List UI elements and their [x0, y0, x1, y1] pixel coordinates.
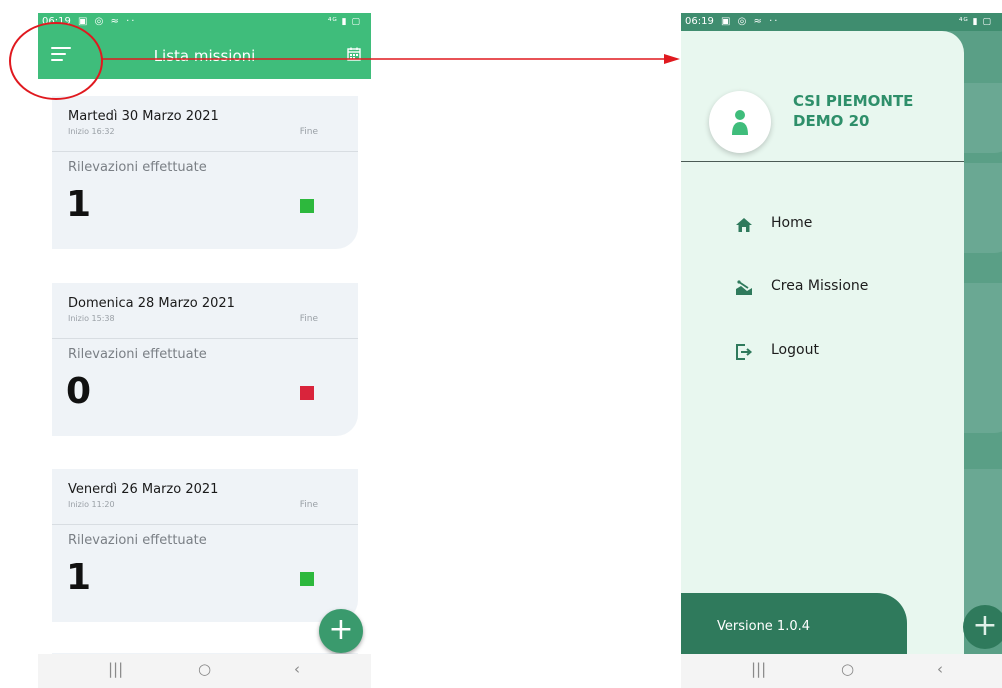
- create-mission-icon: [736, 280, 752, 295]
- status-time: 06:19: [42, 16, 71, 27]
- mission-date: Martedì 30 Marzo 2021: [68, 109, 219, 124]
- mission-card[interactable]: Venerdì 26 Marzo 2021 Inizio 11:20 Fine …: [52, 469, 358, 622]
- add-mission-button[interactable]: +: [319, 609, 363, 653]
- arrowhead: [664, 54, 680, 64]
- status-time: 06:19: [685, 16, 714, 27]
- navigation-drawer: CSI PIEMONTE DEMO 20 Home Crea Missione: [681, 31, 964, 654]
- mission-card[interactable]: Martedì 30 Marzo 2021 Inizio 16:32 Fine …: [52, 96, 358, 249]
- version-label: Versione 1.0.4: [717, 619, 811, 634]
- user-name-line2: DEMO 20: [793, 112, 870, 130]
- status-square-icon: [300, 572, 314, 586]
- menu-item-label: Home: [771, 215, 813, 231]
- home-nav-button[interactable]: ○: [198, 660, 211, 678]
- status-square-icon: [300, 199, 314, 213]
- back-nav-button[interactable]: ‹: [937, 660, 943, 678]
- system-nav-bar: ||| ○ ‹: [681, 654, 1002, 688]
- surveys-count: 0: [66, 371, 92, 412]
- avatar: [709, 91, 771, 153]
- mission-start: Inizio 16:32: [68, 127, 115, 136]
- right-phone-screen: 06:19 ▣ ◎ ≈ ·· ⁴ᴳ ▮ ▢ CSI PIEMONTE DEMO …: [681, 13, 1002, 688]
- add-mission-button-dimmed: +: [963, 605, 1002, 649]
- surveys-label: Rilevazioni effettuate: [68, 347, 207, 362]
- page-title: Lista missioni: [153, 47, 256, 65]
- surveys-label: Rilevazioni effettuate: [68, 533, 207, 548]
- logout-icon: [736, 344, 753, 360]
- card-divider: [52, 338, 358, 339]
- home-icon: [736, 218, 752, 232]
- notification-icons: ▣ ◎ ≈ ··: [721, 16, 780, 27]
- status-bar: 06:19 ▣ ◎ ≈ ·· ⁴ᴳ ▮ ▢: [38, 13, 371, 31]
- mission-end: Fine: [299, 500, 318, 510]
- mission-start: Inizio 11:20: [68, 500, 115, 509]
- mission-date: Venerdì 26 Marzo 2021: [68, 482, 219, 497]
- card-divider: [52, 524, 358, 525]
- recent-apps-button[interactable]: |||: [108, 660, 123, 678]
- user-icon: [732, 110, 748, 135]
- surveys-count: 1: [66, 557, 92, 598]
- menu-item-label: Logout: [771, 342, 819, 358]
- left-phone-screen: 06:19 ▣ ◎ ≈ ·· ⁴ᴳ ▮ ▢ Lista missioni Mar…: [38, 13, 371, 688]
- card-divider: [52, 151, 358, 152]
- version-footer: Versione 1.0.4: [681, 593, 907, 654]
- system-nav-bar: ||| ○ ‹: [38, 654, 371, 688]
- calendar-icon[interactable]: [347, 47, 361, 61]
- signal-battery-icons: ⁴ᴳ ▮ ▢: [958, 17, 992, 27]
- user-name: CSI PIEMONTE DEMO 20: [793, 91, 953, 131]
- status-square-icon: [300, 386, 314, 400]
- user-name-line1: CSI PIEMONTE: [793, 92, 914, 110]
- notification-icons: ▣ ◎ ≈ ··: [78, 16, 137, 27]
- surveys-count: 1: [66, 184, 92, 225]
- mission-date: Domenica 28 Marzo 2021: [68, 296, 235, 311]
- back-nav-button[interactable]: ‹: [294, 660, 300, 678]
- menu-item-label: Crea Missione: [771, 278, 869, 294]
- mission-card[interactable]: Domenica 28 Marzo 2021 Inizio 15:38 Fine…: [52, 283, 358, 436]
- signal-battery-icons: ⁴ᴳ ▮ ▢: [327, 17, 361, 27]
- home-nav-button[interactable]: ○: [841, 660, 854, 678]
- mission-end: Fine: [299, 314, 318, 324]
- recent-apps-button[interactable]: |||: [751, 660, 766, 678]
- surveys-label: Rilevazioni effettuate: [68, 160, 207, 175]
- status-bar: 06:19 ▣ ◎ ≈ ·· ⁴ᴳ ▮ ▢: [681, 13, 1002, 31]
- drawer-divider: [681, 161, 964, 162]
- mission-end: Fine: [299, 127, 318, 137]
- mission-start: Inizio 15:38: [68, 314, 115, 323]
